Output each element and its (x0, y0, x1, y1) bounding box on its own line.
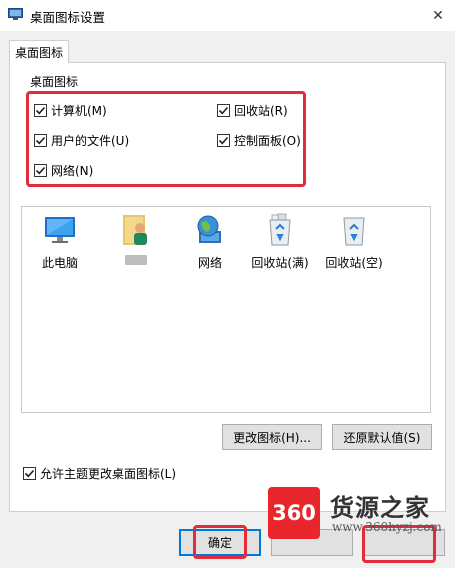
icon-label: 回收站(满) (251, 256, 309, 270)
icon-item-recycle-empty[interactable]: 回收站(空) (318, 213, 390, 271)
check-icon (24, 469, 35, 477)
close-button[interactable]: ✕ (421, 0, 455, 31)
icon-item-recycle-full[interactable]: 回收站(满) (244, 213, 316, 271)
user-folder-icon (119, 213, 153, 247)
recycle-bin-full-icon (263, 213, 297, 247)
recycle-bin-empty-icon (337, 213, 371, 247)
tab-label: 桌面图标 (14, 45, 63, 60)
blurred-label (125, 255, 147, 265)
button-label: 还原默认值(S) (343, 430, 421, 445)
icon-item-user-files[interactable] (100, 213, 172, 265)
icon-list[interactable]: 此电脑 网络 回收站(满) 回收站(空) (21, 206, 431, 413)
icon-item-network[interactable]: 网络 (174, 213, 246, 271)
tab-desktop-icons[interactable]: 桌面图标 (9, 40, 69, 63)
restore-default-button[interactable]: 还原默认值(S) (332, 424, 432, 450)
watermark-url: www.360hyzj.com (332, 520, 442, 534)
icon-item-this-pc[interactable]: 此电脑 (24, 213, 96, 271)
title-bar: 桌面图标设置 ✕ (0, 0, 455, 31)
group-legend: 桌面图标 (28, 75, 81, 89)
ok-highlight-box (193, 525, 247, 559)
icon-label: 此电脑 (41, 256, 78, 270)
watermark: 360 货源之家 www.360hyzj.com (268, 487, 455, 539)
change-icon-button[interactable]: 更改图标(H)... (222, 424, 322, 450)
close-icon: ✕ (432, 7, 444, 24)
checkbox-label: 允许主题更改桌面图标(L) (40, 466, 177, 481)
icon-label: 网络 (197, 256, 222, 270)
watermark-name: 货源之家 (330, 493, 430, 522)
watermark-logo: 360 (268, 487, 320, 539)
network-globe-icon (193, 213, 227, 247)
checkbox-highlight-box (26, 91, 306, 187)
desktop-settings-icon (8, 8, 23, 21)
window-title: 桌面图标设置 (30, 10, 106, 25)
checkbox-box[interactable] (23, 466, 36, 480)
monitor-icon (43, 213, 77, 247)
checkbox-allow-theme[interactable]: 允许主题更改桌面图标(L) (23, 465, 176, 481)
button-label: 更改图标(H)... (233, 430, 311, 445)
icon-label: 回收站(空) (325, 256, 383, 270)
